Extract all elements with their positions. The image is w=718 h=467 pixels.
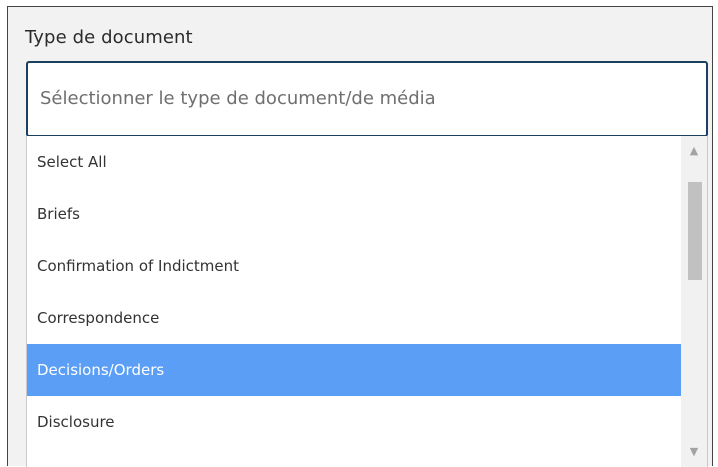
option-confirmation-of-indictment[interactable]: Confirmation of Indictment — [27, 240, 681, 292]
vertical-scrollbar[interactable]: ▲ ▼ — [681, 136, 707, 467]
document-type-select[interactable] — [26, 61, 708, 137]
option-correspondence[interactable]: Correspondence — [27, 292, 681, 344]
document-type-dropdown: Select All Briefs Confirmation of Indict… — [26, 136, 708, 467]
option-disclosure[interactable]: Disclosure — [27, 396, 681, 448]
option-select-all[interactable]: Select All — [27, 136, 681, 188]
field-label: Type de document — [25, 27, 193, 48]
chevron-up-icon[interactable]: ▲ — [681, 136, 707, 166]
option-decisions-orders[interactable]: Decisions/Orders — [27, 344, 681, 396]
chevron-down-icon[interactable]: ▼ — [681, 437, 707, 467]
document-type-search-input[interactable] — [40, 85, 680, 111]
scrollbar-thumb[interactable] — [688, 182, 702, 280]
option-briefs[interactable]: Briefs — [27, 188, 681, 240]
option-list: Select All Briefs Confirmation of Indict… — [27, 136, 681, 448]
document-type-filter: Type de document Select All Briefs Confi… — [7, 6, 713, 467]
